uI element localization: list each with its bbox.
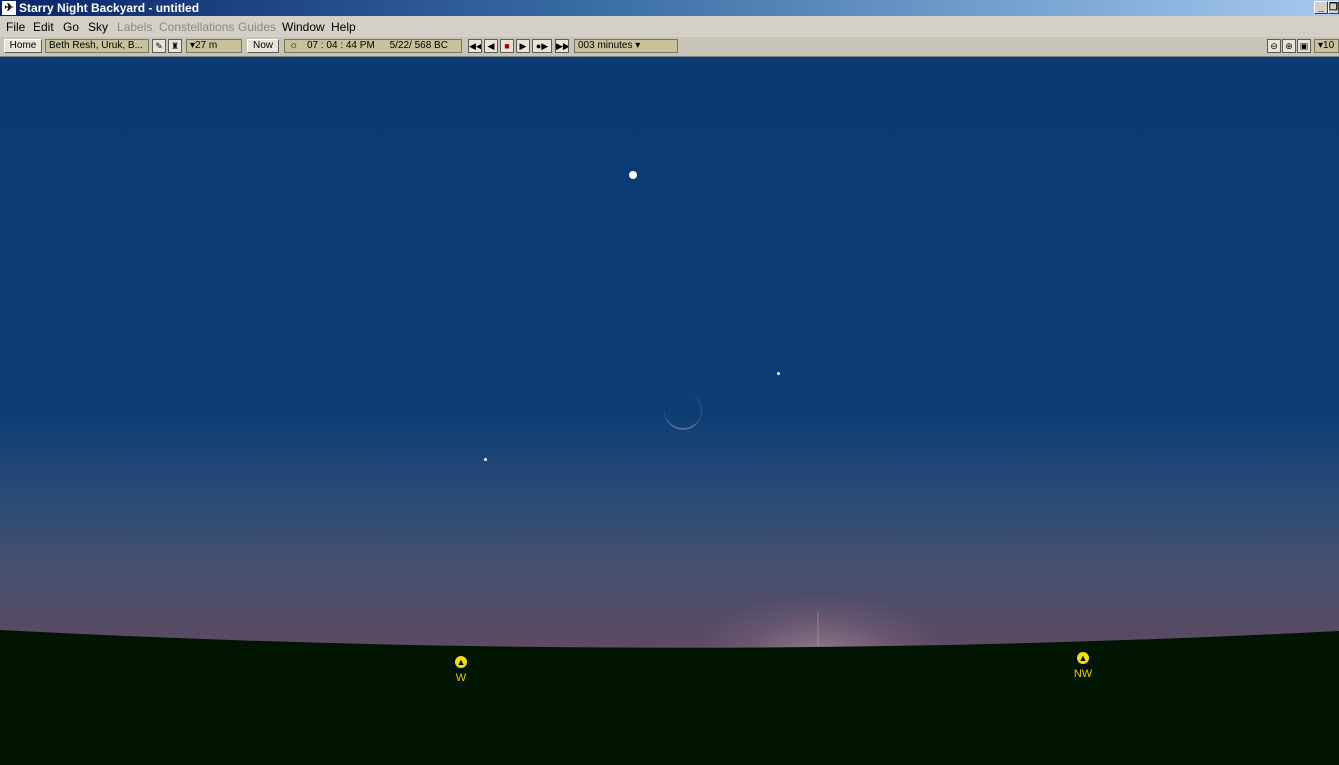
compass-marker-icon: ▲ — [1077, 652, 1089, 664]
ground-horizon — [0, 612, 1339, 765]
compass-northwest[interactable]: ▲ NW — [1071, 652, 1095, 680]
compass-label: NW — [1073, 668, 1093, 680]
compass-west[interactable]: ▲ W — [451, 656, 471, 684]
ground — [0, 630, 1339, 765]
compass-label: W — [455, 672, 467, 684]
compass-marker-icon: ▲ — [455, 656, 467, 668]
